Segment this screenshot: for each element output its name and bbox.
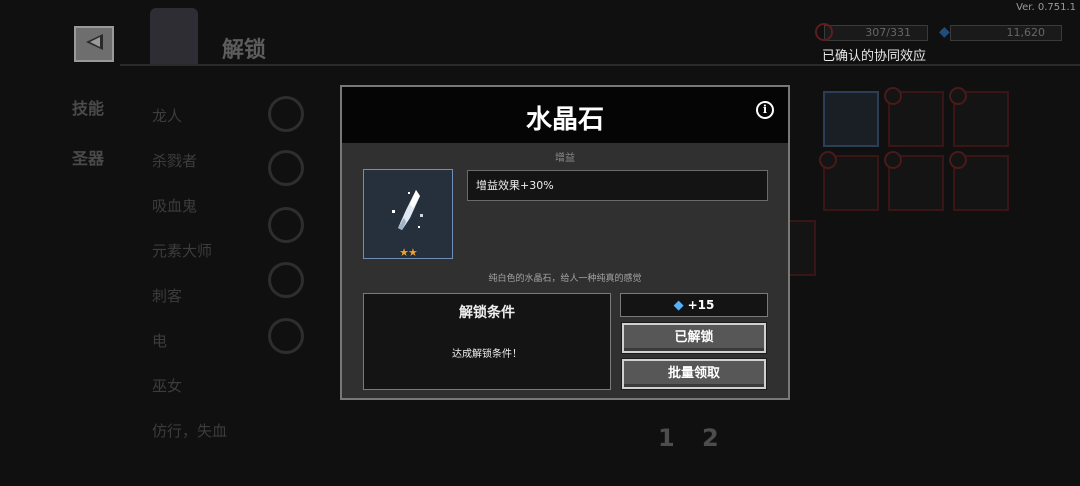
unlock-condition-text: 达成解锁条件！ — [452, 349, 522, 360]
synergy-label[interactable]: 已确认的协同效应 — [822, 45, 926, 64]
resource-2-value: 11,620 — [1006, 26, 1046, 39]
effect-text: 增益效果+30% — [467, 170, 768, 201]
unlock-condition-panel: 解锁条件 达成解锁条件！ — [363, 293, 611, 390]
class-item[interactable]: 龙人 — [152, 105, 182, 126]
info-icon[interactable]: i — [756, 101, 774, 119]
class-item[interactable]: 吸血鬼 — [152, 195, 197, 216]
class-item[interactable]: 元素大师 — [152, 240, 212, 261]
header-divider — [120, 64, 1080, 66]
forbidden-icon — [815, 23, 833, 41]
relic-detail-dialog: 水晶石 i 增益 ★★ 增益效果+30% 纯白色的水晶石，给人一种纯真的感觉 解… — [340, 85, 790, 400]
forbidden-icon — [884, 87, 902, 105]
relic-slot[interactable] — [949, 87, 1009, 147]
item-description: 纯白色的水晶石，给人一种纯真的感觉 — [488, 274, 642, 284]
relic-slot[interactable] — [823, 91, 879, 147]
search-icon[interactable] — [268, 96, 304, 132]
forbidden-icon[interactable] — [268, 207, 304, 243]
character-avatar — [150, 8, 198, 66]
page-title: 解锁 — [222, 38, 267, 63]
class-item[interactable]: 仿行，失血 — [152, 420, 227, 441]
forbidden-icon[interactable] — [268, 318, 304, 354]
forbidden-icon — [819, 151, 837, 169]
batch-claim-button[interactable]: 批量领取 — [622, 359, 766, 389]
page-number-2[interactable]: 2 — [702, 424, 719, 452]
forbidden-icon — [949, 87, 967, 105]
unlocked-button[interactable]: 已解锁 — [622, 323, 766, 353]
relic-slot[interactable] — [884, 87, 944, 147]
version-label: Ver. 0.751.1 — [1016, 2, 1076, 13]
class-item[interactable]: 杀戮者 — [152, 150, 197, 171]
gem-icon: ◆ — [673, 298, 684, 313]
reward-display: ◆ +15 — [620, 293, 768, 317]
relic-slot[interactable] — [819, 151, 879, 211]
rarity-stars: ★★ — [399, 246, 418, 259]
back-arrow-icon — [83, 32, 105, 56]
relic-slot[interactable] — [949, 151, 1009, 211]
class-item[interactable]: 巫女 — [152, 375, 182, 396]
class-item[interactable]: 电 — [152, 330, 167, 351]
back-button[interactable] — [74, 26, 114, 62]
unlock-condition-title: 解锁条件 — [459, 305, 515, 321]
scroll-icon[interactable] — [268, 150, 304, 186]
forbidden-icon — [949, 151, 967, 169]
auto-icon[interactable] — [268, 262, 304, 298]
dialog-title: 水晶石 — [525, 105, 604, 135]
class-item[interactable]: 刺客 — [152, 285, 182, 306]
tab-skills[interactable]: 技能 — [72, 95, 104, 119]
reward-amount: +15 — [687, 298, 715, 312]
dialog-header: 水晶石 i — [342, 87, 788, 143]
crystal-stone-icon — [392, 190, 423, 230]
tab-relics[interactable]: 圣器 — [72, 145, 104, 169]
item-category: 增益 — [555, 153, 575, 164]
item-icon-frame: ★★ — [363, 169, 453, 259]
relic-slot[interactable] — [884, 151, 944, 211]
page-number-1[interactable]: 1 — [658, 424, 675, 452]
resource-counter-1: 307/331 — [815, 23, 928, 41]
resource-counter-2: ◆ 11,620 — [939, 25, 1062, 41]
gem-icon: ◆ — [939, 24, 950, 40]
forbidden-icon — [884, 151, 902, 169]
resource-1-value: 307/331 — [865, 26, 911, 39]
